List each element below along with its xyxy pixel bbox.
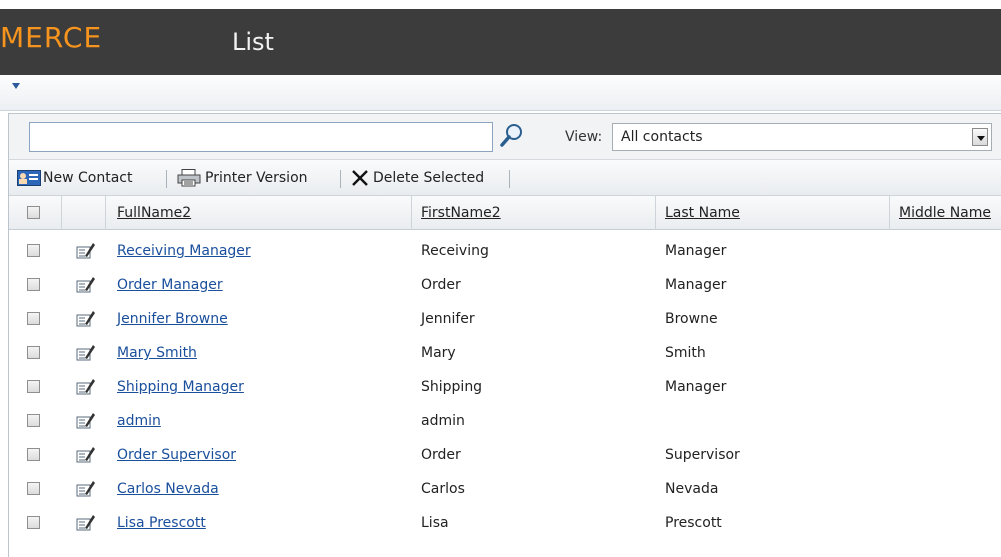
edit-record-icon[interactable] — [76, 242, 96, 260]
search-button[interactable] — [499, 122, 525, 150]
column-header-last-name[interactable]: Last Name — [665, 205, 740, 221]
table-row: Carlos Nevada Carlos Nevada — [9, 472, 1001, 506]
column-header-middle-name[interactable]: Middle Name — [899, 205, 991, 221]
column-divider — [61, 196, 62, 230]
edit-record-icon[interactable] — [76, 344, 96, 362]
edit-record-icon[interactable] — [76, 480, 96, 498]
table-row: Order Manager Order Manager — [9, 268, 1001, 302]
row-checkbox[interactable] — [27, 312, 40, 325]
contact-fullname-link[interactable]: Lisa Prescott — [117, 515, 206, 531]
new-contact-label: New Contact — [43, 170, 133, 186]
view-label: View: — [565, 129, 603, 145]
contact-fullname-link[interactable]: Jennifer Browne — [117, 311, 228, 327]
contact-firstname: Order — [421, 447, 461, 463]
contact-firstname: Mary — [421, 345, 456, 361]
x-icon — [352, 170, 368, 186]
contact-firstname: Carlos — [421, 481, 465, 497]
table-row: admin admin — [9, 404, 1001, 438]
row-checkbox[interactable] — [27, 346, 40, 359]
table-row: Jennifer Browne Jennifer Browne — [9, 302, 1001, 336]
edit-record-icon[interactable] — [76, 310, 96, 328]
table-row: Receiving Manager Receiving Manager — [9, 234, 1001, 268]
delete-selected-button[interactable]: Delete Selected — [351, 160, 484, 196]
search-row: View: All contacts — [9, 114, 1001, 160]
row-checkbox[interactable] — [27, 448, 40, 461]
toolbar-divider — [166, 170, 167, 188]
new-contact-button[interactable]: New Contact — [17, 160, 132, 196]
contact-lastname: Supervisor — [665, 447, 740, 463]
table-row: Shipping Manager Shipping Manager — [9, 370, 1001, 404]
row-checkbox[interactable] — [27, 278, 40, 291]
contact-fullname-link[interactable]: Receiving Manager — [117, 243, 251, 259]
table-row: Mary Smith Mary Smith — [9, 336, 1001, 370]
edit-record-icon[interactable] — [76, 412, 96, 430]
column-divider — [105, 196, 106, 230]
column-divider — [411, 196, 412, 230]
contact-firstname: Receiving — [421, 243, 489, 259]
column-divider — [655, 196, 656, 230]
contact-fullname-link[interactable]: Order Manager — [117, 277, 223, 293]
contact-lastname: Manager — [665, 243, 727, 259]
delete-selected-label: Delete Selected — [373, 170, 485, 186]
top-header-bar: MERCE List — [0, 9, 1001, 75]
contact-firstname: Lisa — [421, 515, 449, 531]
edit-record-icon[interactable] — [76, 514, 96, 532]
toolbar-divider — [509, 170, 510, 188]
sub-navigation-bar — [0, 75, 1001, 111]
printer-icon — [177, 169, 201, 187]
contact-lastname: Nevada — [665, 481, 719, 497]
contact-list-panel: View: All contacts New Contact Printer V… — [8, 113, 1001, 557]
contact-lastname: Smith — [665, 345, 706, 361]
dropdown-arrow-icon[interactable] — [12, 83, 20, 89]
row-checkbox[interactable] — [27, 244, 40, 257]
column-divider — [889, 196, 890, 230]
brand-logo-text: MERCE — [0, 21, 103, 54]
toolbar: New Contact Printer Version Delete Selec… — [9, 160, 1001, 196]
search-input[interactable] — [29, 122, 493, 152]
row-checkbox[interactable] — [27, 380, 40, 393]
row-checkbox[interactable] — [27, 482, 40, 495]
table-row: Order Supervisor Order Supervisor — [9, 438, 1001, 472]
contact-fullname-link[interactable]: Mary Smith — [117, 345, 197, 361]
contact-fullname-link[interactable]: Shipping Manager — [117, 379, 244, 395]
printer-version-label: Printer Version — [205, 170, 308, 186]
contact-fullname-link[interactable]: Carlos Nevada — [117, 481, 219, 497]
column-header-firstname2[interactable]: FirstName2 — [421, 205, 501, 221]
edit-record-icon[interactable] — [76, 446, 96, 464]
column-header-fullname2[interactable]: FullName2 — [117, 205, 191, 221]
edit-record-icon[interactable] — [76, 378, 96, 396]
contact-fullname-link[interactable]: admin — [117, 413, 161, 429]
page-title: List — [232, 28, 274, 56]
magnifier-icon — [500, 124, 522, 147]
contact-lastname: Manager — [665, 277, 727, 293]
grid-header: FullName2 FirstName2 Last Name Middle Na… — [9, 196, 1001, 230]
select-all-checkbox[interactable] — [27, 206, 40, 219]
view-select-value: All contacts — [621, 129, 703, 145]
contact-firstname: Jennifer — [421, 311, 475, 327]
row-checkbox[interactable] — [27, 414, 40, 427]
contact-firstname: Shipping — [421, 379, 483, 395]
row-checkbox[interactable] — [27, 516, 40, 529]
printer-version-button[interactable]: Printer Version — [177, 160, 308, 196]
contact-card-icon — [17, 170, 41, 186]
contact-firstname: admin — [421, 413, 465, 429]
contact-lastname: Manager — [665, 379, 727, 395]
chevron-down-icon[interactable] — [972, 128, 988, 146]
edit-record-icon[interactable] — [76, 276, 96, 294]
contact-lastname: Browne — [665, 311, 718, 327]
contact-firstname: Order — [421, 277, 461, 293]
toolbar-divider — [340, 170, 341, 188]
contact-fullname-link[interactable]: Order Supervisor — [117, 447, 236, 463]
view-select[interactable]: All contacts — [612, 123, 992, 151]
contact-lastname: Prescott — [665, 515, 722, 531]
table-row: Lisa Prescott Lisa Prescott — [9, 506, 1001, 540]
